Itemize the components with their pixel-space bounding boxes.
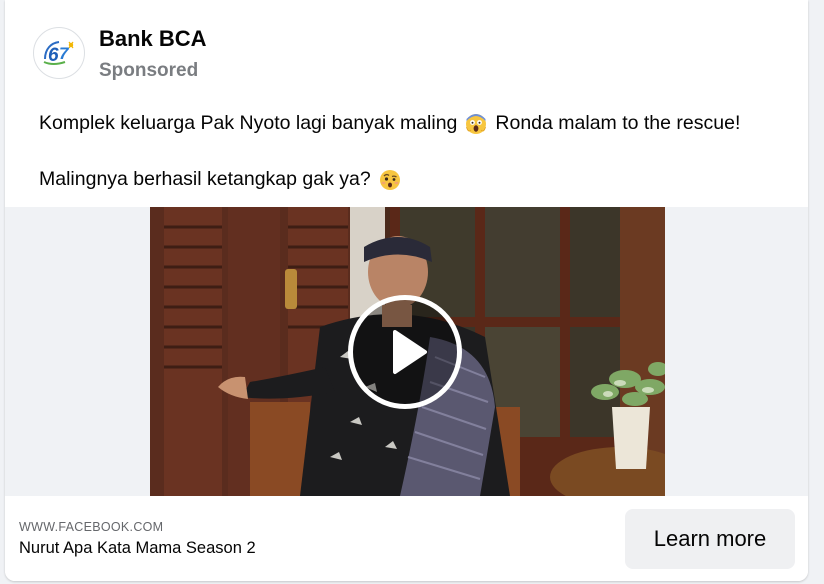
post-text-segment: Komplek keluarga Pak Nyoto lagi banyak m…	[39, 112, 458, 134]
post-text-segment: Malingnya berhasil ketangkap gak ya?	[39, 168, 371, 190]
play-icon	[393, 330, 427, 374]
sponsored-label[interactable]: Sponsored	[99, 60, 198, 82]
link-title[interactable]: Nurut Apa Kata Mama Season 2	[19, 539, 256, 558]
learn-more-button[interactable]: Learn more	[625, 509, 795, 569]
video-player[interactable]	[150, 207, 665, 496]
post-text-segment: Ronda malam to the rescue!	[495, 112, 741, 134]
svg-text:7: 7	[59, 44, 70, 63]
advertiser-avatar[interactable]: 6 7	[33, 27, 85, 79]
bca-67-anniversary-logo-icon: 6 7	[43, 41, 74, 66]
play-button[interactable]	[348, 295, 462, 409]
face-with-raised-eyebrow-emoji	[379, 169, 400, 190]
post-text-line-2: Malingnya berhasil ketangkap gak ya?	[39, 168, 409, 191]
face-screaming-in-fear-emoji	[466, 113, 487, 134]
post-text-line-1: Komplek keluarga Pak Nyoto lagi banyak m…	[39, 112, 740, 135]
post-header: 6 7 Bank BCA Sponsored	[5, 0, 808, 100]
link-preview-footer[interactable]: WWW.FACEBOOK.COM Nurut Apa Kata Mama Sea…	[5, 496, 808, 581]
post-media	[5, 207, 808, 496]
link-domain: WWW.FACEBOOK.COM	[19, 520, 164, 534]
advertiser-name-link[interactable]: Bank BCA	[99, 26, 207, 52]
sponsored-post-card: 6 7 Bank BCA Sponsored Komplek keluarga …	[5, 0, 808, 581]
